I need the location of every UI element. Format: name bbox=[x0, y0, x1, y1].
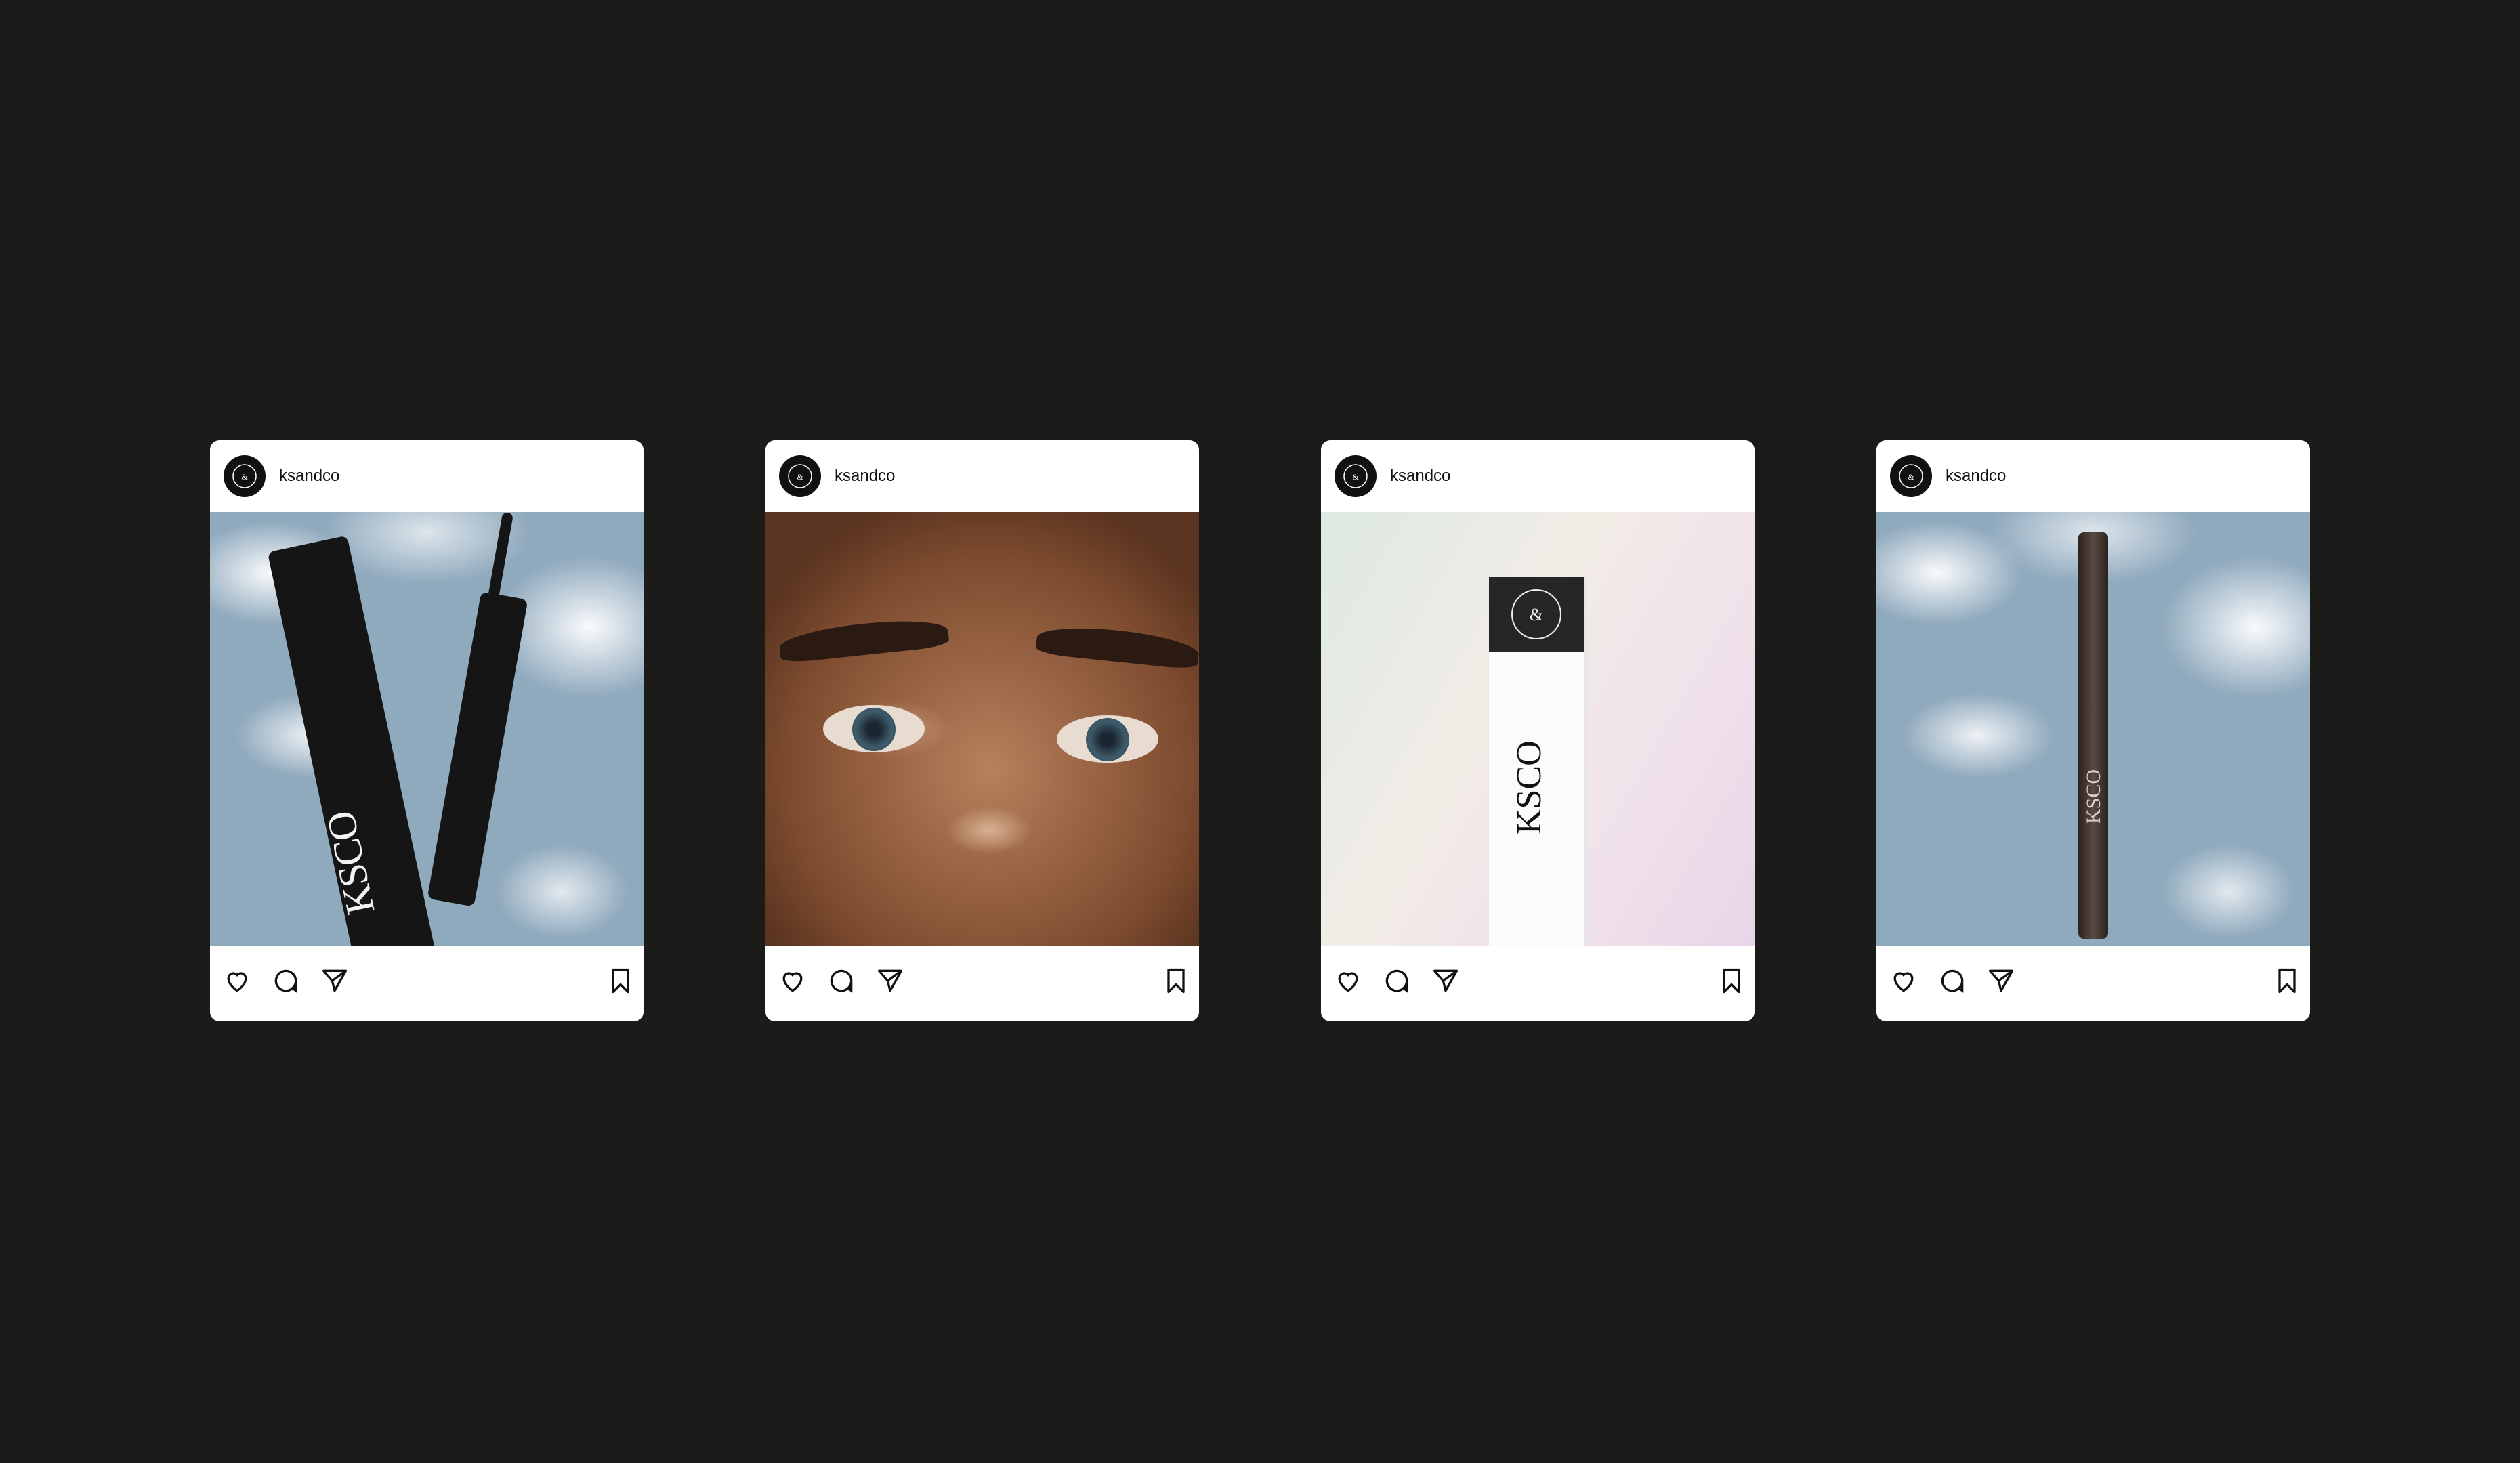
bookmark-icon[interactable] bbox=[1160, 964, 1192, 997]
comment-icon[interactable] bbox=[1936, 964, 1969, 997]
heart-icon[interactable] bbox=[221, 964, 253, 997]
post-header: & ksandco bbox=[1876, 440, 2310, 512]
bookmark-icon[interactable] bbox=[2271, 964, 2303, 997]
post-image[interactable]: KSCO bbox=[210, 512, 644, 946]
post-header: & ksandco bbox=[210, 440, 644, 512]
ksandco-logo-icon[interactable]: & bbox=[224, 455, 266, 497]
brand-label: KSCO bbox=[1510, 740, 1549, 834]
post-actions bbox=[1321, 946, 1755, 1021]
post-username[interactable]: ksandco bbox=[279, 467, 339, 486]
post-username[interactable]: ksandco bbox=[1946, 467, 2006, 486]
bookmark-icon[interactable] bbox=[604, 964, 637, 997]
post-image[interactable]: KSCO bbox=[1876, 512, 2310, 946]
brand-label: KSCO bbox=[2082, 769, 2105, 824]
heart-icon[interactable] bbox=[776, 964, 809, 997]
heart-icon[interactable] bbox=[1332, 964, 1364, 997]
brow-pen bbox=[2078, 532, 2108, 939]
send-icon[interactable] bbox=[318, 964, 351, 997]
post-image[interactable]: & KSCO bbox=[1321, 512, 1755, 946]
box-logo-band: & bbox=[1489, 577, 1584, 652]
post-actions bbox=[765, 946, 1199, 1021]
svg-text:&: & bbox=[1530, 605, 1543, 624]
post-card: & ksandco KSCO bbox=[1876, 440, 2310, 1021]
left-eye bbox=[823, 705, 925, 752]
product-box: & KSCO bbox=[1489, 577, 1584, 946]
ksandco-logo-icon[interactable]: & bbox=[1890, 455, 1932, 497]
post-header: & ksandco bbox=[1321, 440, 1755, 512]
post-card: & ksandco bbox=[765, 440, 1199, 1021]
comment-icon[interactable] bbox=[1381, 964, 1413, 997]
send-icon[interactable] bbox=[874, 964, 906, 997]
post-image[interactable] bbox=[765, 512, 1199, 946]
send-icon[interactable] bbox=[1985, 964, 2017, 997]
svg-text:&: & bbox=[241, 472, 248, 482]
comment-icon[interactable] bbox=[825, 964, 858, 997]
post-card: & ksandco KSCO bbox=[210, 440, 644, 1021]
post-actions bbox=[1876, 946, 2310, 1021]
send-icon[interactable] bbox=[1429, 964, 1462, 997]
svg-text:&: & bbox=[1908, 472, 1914, 482]
comment-icon[interactable] bbox=[270, 964, 302, 997]
svg-text:&: & bbox=[1352, 472, 1359, 482]
post-username[interactable]: ksandco bbox=[835, 467, 895, 486]
ksandco-logo-icon[interactable]: & bbox=[779, 455, 821, 497]
bookmark-icon[interactable] bbox=[1715, 964, 1748, 997]
post-card: & ksandco & KSCO bbox=[1321, 440, 1755, 1021]
svg-text:&: & bbox=[797, 472, 803, 482]
post-username[interactable]: ksandco bbox=[1390, 467, 1450, 486]
ksandco-logo-icon[interactable]: & bbox=[1335, 455, 1377, 497]
heart-icon[interactable] bbox=[1887, 964, 1920, 997]
right-eye bbox=[1057, 715, 1158, 763]
post-actions bbox=[210, 946, 644, 1021]
post-header: & ksandco bbox=[765, 440, 1199, 512]
